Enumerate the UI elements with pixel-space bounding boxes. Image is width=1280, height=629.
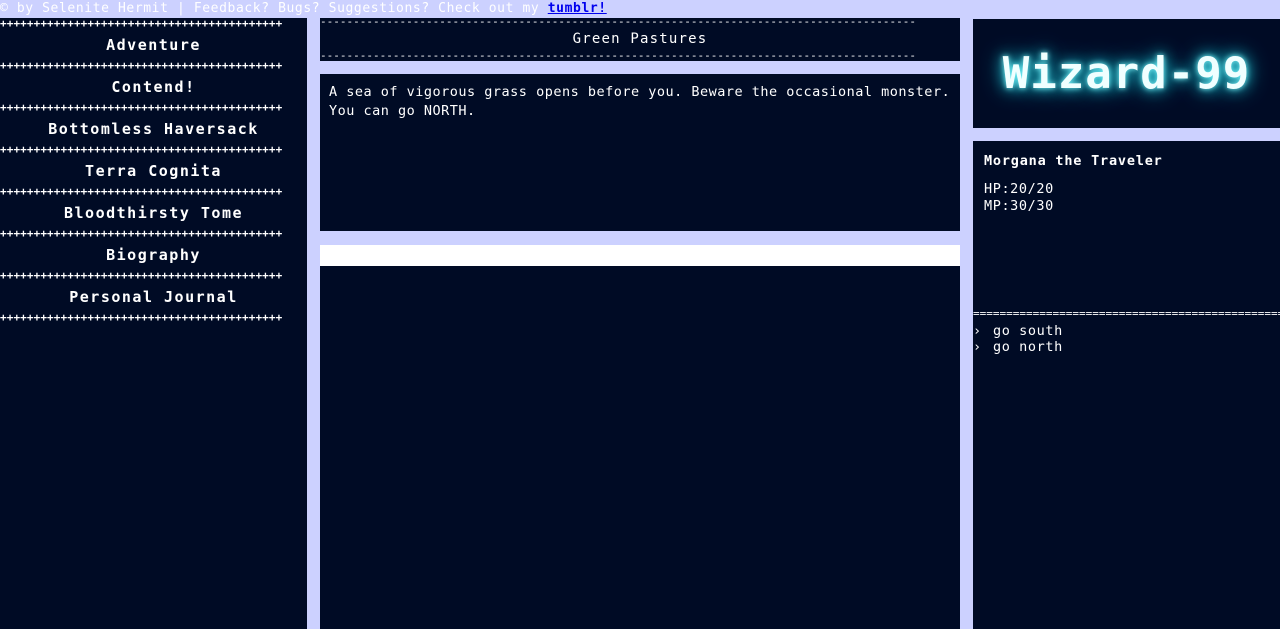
nav-item-personal-journal[interactable]: Personal Journal [0,282,307,312]
character-name: Morgana the Traveler [984,153,1163,169]
nav-item-contend[interactable]: Contend! [0,72,307,102]
nav-item-terra-cognita[interactable]: Terra Cognita [0,156,307,186]
nav-separator: ++++++++++++++++++++++++++++++++++++++++… [0,312,283,324]
history-item[interactable]: › go south [973,323,1280,339]
nav-item-biography[interactable]: Biography [0,240,307,270]
location-header: ----------------------------------------… [320,18,960,61]
logo-text: Wizard-99 [1002,48,1251,99]
nav-separator: ++++++++++++++++++++++++++++++++++++++++… [0,186,283,198]
main-nav: ++++++++++++++++++++++++++++++++++++++++… [0,18,307,629]
caret-icon: › [973,339,982,355]
nav-separator: ++++++++++++++++++++++++++++++++++++++++… [0,18,283,30]
location-title: Green Pastures [572,31,708,47]
history-item-text: go south [993,323,1063,339]
character-panel: Morgana the Traveler HP:20/20 MP:30/30 =… [973,141,1280,629]
command-history: › go south › go north [973,323,1280,355]
history-item-text: go north [993,339,1063,355]
nav-separator: ++++++++++++++++++++++++++++++++++++++++… [0,60,283,72]
description-line: A sea of vigorous grass opens before you… [329,84,951,100]
history-item[interactable]: › go north [973,339,1280,355]
caret-icon: › [973,323,982,339]
nav-separator: ++++++++++++++++++++++++++++++++++++++++… [0,228,283,240]
game-output-area [320,266,960,629]
nav-item-adventure[interactable]: Adventure [0,30,307,60]
mp-stat: MP:30/30 [984,198,1054,214]
hp-stat: HP:20/20 [984,181,1054,197]
credit-text: © by Selenite Hermit | Feedback? Bugs? S… [0,1,548,16]
nav-item-bottomless-haversack[interactable]: Bottomless Haversack [0,114,307,144]
nav-separator: ++++++++++++++++++++++++++++++++++++++++… [0,270,283,282]
game-logo: Wizard-99 [973,19,1280,128]
nav-separator: ++++++++++++++++++++++++++++++++++++++++… [0,102,283,114]
exits-line: You can go NORTH. [329,103,476,119]
top-credit-bar: © by Selenite Hermit | Feedback? Bugs? S… [0,0,1280,18]
character-stats: HP:20/20 MP:30/30 [973,170,1280,215]
location-description: A sea of vigorous grass opens before you… [320,74,960,231]
history-separator: ========================================… [973,310,1280,318]
location-dash-top: ----------------------------------------… [320,18,917,26]
nav-item-bloodthirsty-tome[interactable]: Bloodthirsty Tome [0,198,307,228]
location-dash-bottom: ----------------------------------------… [320,52,917,60]
nav-separator: ++++++++++++++++++++++++++++++++++++++++… [0,144,283,156]
tumblr-link[interactable]: tumblr! [548,1,607,16]
command-input[interactable] [320,245,960,266]
description-text: A sea of vigorous grass opens before you… [320,74,960,130]
